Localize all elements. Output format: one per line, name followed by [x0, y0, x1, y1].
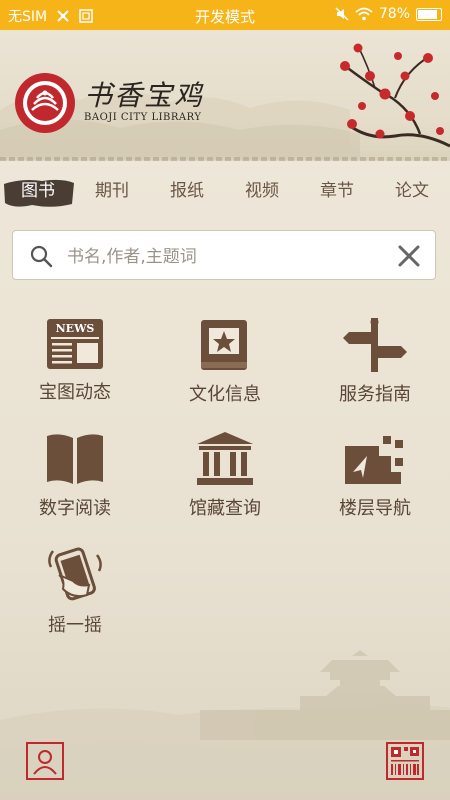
wifi-icon	[355, 7, 373, 21]
category-tabs: 图书 期刊 报纸 视频 章节 论文	[0, 175, 450, 209]
menu-label: 文化信息	[189, 384, 261, 405]
brand-subtitle: BAOJI CITY LIBRARY	[84, 112, 202, 123]
menu-label: 宝图动态	[39, 382, 111, 403]
menu-culture[interactable]: 文化信息	[155, 318, 295, 418]
clear-icon[interactable]	[397, 244, 421, 268]
shake-phone-icon	[48, 547, 102, 601]
user-icon[interactable]	[26, 742, 64, 780]
menu-news[interactable]: NEWS 宝图动态	[5, 318, 145, 418]
floor-map-icon	[345, 436, 403, 484]
menu-label: 馆藏查询	[189, 498, 261, 519]
library-logo	[15, 73, 75, 133]
svg-text:NEWS: NEWS	[56, 322, 95, 335]
search-bar	[12, 230, 436, 280]
tab-books[interactable]: 图书	[8, 175, 68, 209]
battery-icon	[416, 7, 442, 21]
header-divider	[0, 157, 450, 161]
tab-newspapers[interactable]: 报纸	[157, 175, 217, 209]
signpost-icon	[343, 318, 407, 372]
tab-chapters[interactable]: 章节	[307, 175, 367, 209]
city-wall-background	[0, 650, 450, 800]
brand-title: 书香宝鸡	[84, 79, 205, 112]
tab-journals[interactable]: 期刊	[82, 175, 142, 209]
menu-label: 服务指南	[339, 384, 411, 405]
mute-icon	[335, 7, 349, 21]
app-screen: 无SIM 开发模式 78% 书香宝鸡 BAOJI CITY LIBRARY 图书…	[0, 0, 450, 800]
menu-label: 数字阅读	[39, 498, 111, 519]
status-bar: 无SIM 开发模式 78%	[0, 0, 450, 30]
menu-floor-navigation[interactable]: 楼层导航	[305, 432, 445, 532]
search-icon[interactable]	[29, 244, 53, 268]
tab-videos[interactable]: 视频	[232, 175, 292, 209]
tab-papers[interactable]: 论文	[382, 175, 442, 209]
newspaper-icon: NEWS	[47, 319, 103, 369]
menu-label: 楼层导航	[339, 498, 411, 519]
battery-percent: 78%	[378, 6, 410, 22]
library-building-icon	[197, 432, 253, 485]
star-book-icon	[201, 320, 247, 370]
search-input[interactable]	[65, 241, 389, 273]
plum-blossom-decoration	[340, 43, 450, 148]
menu-collection-search[interactable]: 馆藏查询	[155, 432, 295, 532]
menu-service-guide[interactable]: 服务指南	[305, 318, 445, 418]
qr-barcode-icon[interactable]	[386, 742, 424, 780]
menu-digital-reading[interactable]: 数字阅读	[5, 432, 145, 532]
status-right: 78%	[335, 6, 442, 22]
open-book-icon	[47, 434, 103, 484]
